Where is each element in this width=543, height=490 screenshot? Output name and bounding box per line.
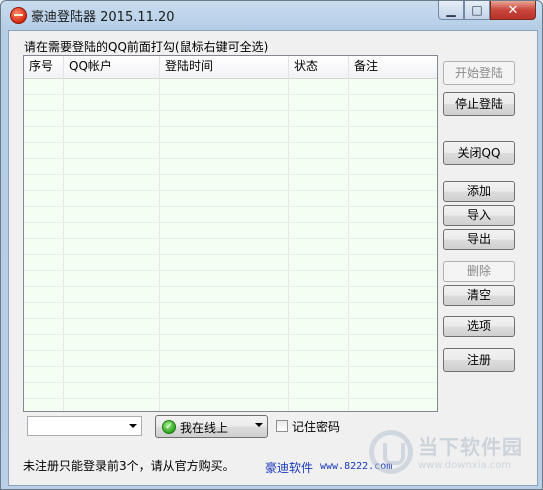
minimize-icon: ▁ bbox=[446, 3, 456, 17]
group-label: 请在需要登陆的QQ前面打勾(鼠标右键可全选) bbox=[24, 40, 269, 54]
row-grid-line bbox=[24, 270, 437, 271]
registration-notice: 未注册只能登录前3个，请从官方购买。 bbox=[23, 459, 235, 473]
watermark-title: 当下软件园 bbox=[418, 435, 523, 459]
column-divider bbox=[63, 78, 64, 411]
row-grid-line bbox=[24, 318, 437, 319]
maximize-icon: □ bbox=[471, 3, 483, 17]
app-logo-icon bbox=[10, 7, 27, 24]
row-grid-line bbox=[24, 286, 437, 287]
add-button[interactable]: 添加 bbox=[443, 181, 515, 202]
column-header-remark[interactable]: 备注 bbox=[349, 56, 437, 78]
column-header-login-time[interactable]: 登陆时间 bbox=[160, 56, 289, 78]
account-combo[interactable] bbox=[27, 416, 142, 436]
window-controls: ▁ □ ✕ bbox=[438, 1, 536, 21]
clear-button[interactable]: 清空 bbox=[443, 285, 515, 306]
row-grid-line bbox=[24, 302, 437, 303]
stop-login-button[interactable]: 停止登陆 bbox=[443, 92, 515, 116]
online-check-icon: ✓ bbox=[162, 420, 176, 434]
row-grid-line bbox=[24, 158, 437, 159]
delete-button[interactable]: 删除 bbox=[443, 261, 515, 282]
window-title: 豪迪登陆器 2015.11.20 bbox=[31, 10, 175, 25]
maximize-button[interactable]: □ bbox=[464, 1, 490, 20]
minimize-button[interactable]: ▁ bbox=[438, 1, 464, 20]
close-qq-button[interactable]: 关闭QQ bbox=[443, 141, 515, 165]
watermark-site: www.downxia.com bbox=[418, 460, 512, 471]
row-grid-line bbox=[24, 174, 437, 175]
vendor-link[interactable]: 豪迪软件 bbox=[265, 459, 313, 476]
row-grid-line bbox=[24, 382, 437, 383]
watermark: 当下软件园 www.downxia.com bbox=[369, 428, 531, 482]
close-window-button[interactable]: ✕ bbox=[490, 1, 536, 20]
row-grid-line bbox=[24, 254, 437, 255]
app-window: 豪迪登陆器 2015.11.20 ▁ □ ✕ 请在需要登陆的QQ前面打勾(鼠标右… bbox=[0, 0, 543, 490]
client-area: 请在需要登陆的QQ前面打勾(鼠标右键可全选) 序号 QQ帐户 登陆时间 状态 备… bbox=[8, 30, 538, 486]
import-button[interactable]: 导入 bbox=[443, 205, 515, 226]
row-grid-line bbox=[24, 94, 437, 95]
title-bar[interactable]: 豪迪登陆器 2015.11.20 ▁ □ ✕ bbox=[1, 1, 542, 29]
column-divider bbox=[159, 78, 160, 411]
row-grid-line bbox=[24, 238, 437, 239]
column-divider bbox=[288, 78, 289, 411]
online-status-label: 我在线上 bbox=[180, 421, 229, 435]
column-divider bbox=[348, 78, 349, 411]
options-button[interactable]: 选项 bbox=[443, 316, 515, 337]
list-header: 序号 QQ帐户 登陆时间 状态 备注 bbox=[24, 56, 437, 79]
export-button[interactable]: 导出 bbox=[443, 229, 515, 250]
row-grid-line bbox=[24, 366, 437, 367]
row-grid-line bbox=[24, 398, 437, 399]
remember-password-checkbox[interactable] bbox=[276, 420, 288, 432]
chevron-down-icon bbox=[255, 423, 263, 427]
chevron-down-icon bbox=[129, 424, 137, 428]
register-button[interactable]: 注册 bbox=[443, 348, 515, 372]
row-grid-line bbox=[24, 334, 437, 335]
row-grid-line bbox=[24, 142, 437, 143]
row-grid-line bbox=[24, 126, 437, 127]
column-header-index[interactable]: 序号 bbox=[24, 56, 64, 78]
close-icon: ✕ bbox=[507, 2, 519, 18]
row-grid-line bbox=[24, 206, 437, 207]
online-status-select[interactable]: ✓ 我在线上 bbox=[155, 415, 268, 438]
watermark-logo-icon bbox=[369, 430, 413, 474]
row-grid-line bbox=[24, 190, 437, 191]
row-grid-line bbox=[24, 222, 437, 223]
remember-password-label[interactable]: 记住密码 bbox=[292, 418, 340, 435]
column-header-qq-account[interactable]: QQ帐户 bbox=[64, 56, 160, 78]
account-list[interactable]: 序号 QQ帐户 登陆时间 状态 备注 bbox=[23, 55, 438, 412]
column-header-status[interactable]: 状态 bbox=[289, 56, 349, 78]
start-login-button[interactable]: 开始登陆 bbox=[443, 61, 515, 85]
row-grid-line bbox=[24, 110, 437, 111]
row-grid-line bbox=[24, 350, 437, 351]
